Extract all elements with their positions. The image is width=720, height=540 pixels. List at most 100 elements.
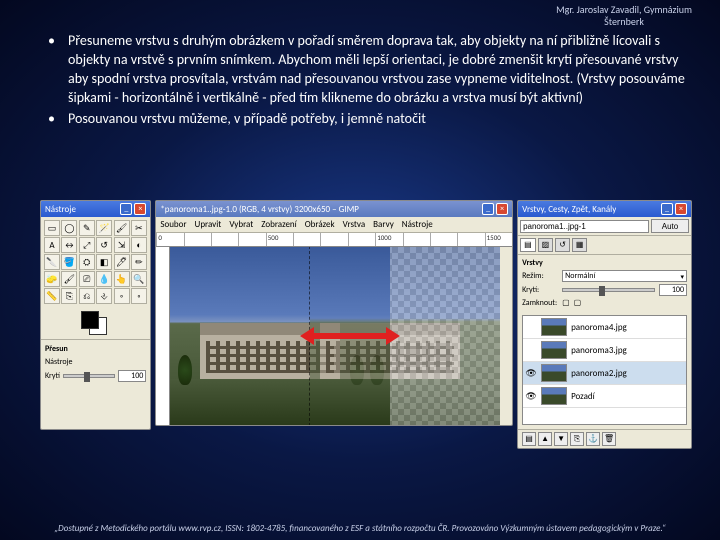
tool-icon-24[interactable]: 📏 (44, 288, 60, 304)
tool-icon-12[interactable]: 🔪 (44, 254, 60, 270)
tool-icon-2[interactable]: ✎ (79, 220, 95, 236)
menu-barvy[interactable]: Barvy (373, 219, 394, 230)
mode-dropdown[interactable]: Normální (562, 270, 687, 282)
layer-action-button-3[interactable]: ⎘ (570, 432, 584, 446)
ruler-tick: 1000 (375, 233, 402, 246)
tool-icon-17[interactable]: ✏ (131, 254, 147, 270)
tool-icon-14[interactable]: ⛭ (79, 254, 95, 270)
author-credit: Mgr. Jaroslav Zavadil, GymnáziumŠternber… (556, 4, 692, 28)
tool-icon-1[interactable]: ◯ (61, 220, 77, 236)
close-button[interactable]: × (134, 203, 146, 215)
layer-row[interactable]: 👁panoroma2.jpg (523, 362, 686, 385)
layer-action-button-2[interactable]: ▼ (554, 432, 568, 446)
tool-icon-7[interactable]: ↔ (61, 237, 77, 253)
tool-icon-18[interactable]: 🧽 (44, 271, 60, 287)
ruler-tick: 500 (266, 233, 293, 246)
layer-buttons: ▤▲▼⎘⚓🗑 (518, 429, 691, 448)
tool-icon-21[interactable]: 💧 (96, 271, 112, 287)
tool-icon-11[interactable]: ◐ (131, 237, 147, 253)
mode-label: Režim: (522, 271, 558, 281)
menu-obrázek[interactable]: Obrázek (305, 219, 335, 230)
toolbox-title: Nástroje (45, 204, 76, 215)
layer-action-button-4[interactable]: ⚓ (586, 432, 600, 446)
layers-title: Vrstvy, Cesty, Zpět, Kanály (522, 204, 616, 215)
tool-icon-23[interactable]: 🔍 (131, 271, 147, 287)
opacity-field[interactable]: 100 (118, 370, 146, 382)
auto-button[interactable]: Auto (651, 219, 689, 233)
tool-icon-26[interactable]: ⎌ (79, 288, 95, 304)
gimp-toolbox-window: Nástroje _ × ▭◯✎🪄🖌✂A↔⤢↺⇲◐🔪🪣⛭◧🖊✏🧽🖌⎚💧👆🔍📏⎘⎌… (40, 200, 151, 430)
tool-icon-29[interactable]: ◦ (131, 288, 147, 304)
canvas[interactable] (170, 247, 500, 425)
tool-icon-27[interactable]: ⎀ (96, 288, 112, 304)
layer-opacity-field[interactable]: 100 (659, 284, 687, 296)
menu-vrstva[interactable]: Vrstva (343, 219, 366, 230)
toolbox-titlebar[interactable]: Nástroje _ × (41, 201, 150, 217)
lock-alpha-icon[interactable]: ▢ (574, 298, 582, 308)
tool-icon-3[interactable]: 🪄 (96, 220, 112, 236)
footer-citation: „Dostupné z Metodického portálu www.rvp.… (20, 523, 700, 534)
tool-icon-4[interactable]: 🖌 (114, 220, 130, 236)
layer-opacity-slider[interactable] (562, 288, 655, 292)
tool-icon-5[interactable]: ✂ (131, 220, 147, 236)
ruler-tick: 0 (156, 233, 183, 246)
layers-titlebar[interactable]: Vrstvy, Cesty, Zpět, Kanály _ × (518, 201, 691, 217)
layer-thumbnail (541, 364, 567, 382)
gimp-layers-dock: Vrstvy, Cesty, Zpět, Kanály _ × Auto ▤▨↺… (517, 200, 692, 449)
layer-name: panoroma4.jpg (571, 322, 627, 333)
foreground-color-swatch[interactable] (81, 311, 99, 329)
tool-options: Přesun Nástroje Krytí 100 (41, 339, 150, 429)
dock-tab-3[interactable]: ▦ (572, 238, 588, 252)
visibility-eye-icon[interactable]: 👁 (525, 368, 537, 379)
layer-name: Pozadí (571, 391, 595, 402)
opacity-slider[interactable] (63, 374, 115, 378)
tool-icon-25[interactable]: ⎘ (61, 288, 77, 304)
tool-icon-10[interactable]: ⇲ (114, 237, 130, 253)
ruler-tick (293, 233, 320, 246)
menu-vybrat[interactable]: Vybrat (229, 219, 253, 230)
ruler-tick (238, 233, 265, 246)
dock-tab-1[interactable]: ▨ (538, 238, 554, 252)
tool-icon-22[interactable]: 👆 (114, 271, 130, 287)
tool-icon-20[interactable]: ⎚ (79, 271, 95, 287)
menu-nástroje[interactable]: Nástroje (402, 219, 433, 230)
layer-action-button-1[interactable]: ▲ (538, 432, 552, 446)
tool-icon-8[interactable]: ⤢ (79, 237, 95, 253)
dock-tab-2[interactable]: ↺ (555, 238, 570, 252)
tool-icon-16[interactable]: 🖊 (114, 254, 130, 270)
horizontal-move-arrow (300, 329, 400, 343)
ruler-tick (320, 233, 347, 246)
tool-icon-9[interactable]: ↺ (96, 237, 112, 253)
visibility-eye-icon[interactable]: 👁 (525, 391, 537, 402)
tool-icon-19[interactable]: 🖌 (61, 271, 77, 287)
menu-zobrazení[interactable]: Zobrazení (261, 219, 296, 230)
minimize-button[interactable]: _ (482, 203, 494, 215)
menu-upravit[interactable]: Upravit (195, 219, 222, 230)
close-button[interactable]: × (496, 203, 508, 215)
image-selector-field[interactable] (520, 220, 649, 233)
layer-action-button-0[interactable]: ▤ (522, 432, 536, 446)
color-swatches[interactable] (41, 307, 150, 339)
image-titlebar[interactable]: *panoroma1..jpg-1.0 (RGB, 4 vrstvy) 3200… (156, 201, 512, 217)
tool-icon-13[interactable]: 🪣 (61, 254, 77, 270)
arrow-left-icon (300, 327, 314, 345)
tool-icon-0[interactable]: ▭ (44, 220, 60, 236)
tool-icon-6[interactable]: A (44, 237, 60, 253)
layer-list: panoroma4.jpg panoroma3.jpg👁panoroma2.jpg… (522, 315, 687, 425)
layer-action-button-5[interactable]: 🗑 (602, 432, 616, 446)
layer-thumbnail (541, 318, 567, 336)
layer-row[interactable]: panoroma4.jpg (523, 316, 686, 339)
tool-icon-15[interactable]: ◧ (96, 254, 112, 270)
ruler-tick (348, 233, 375, 246)
minimize-button[interactable]: _ (661, 203, 673, 215)
layer-row[interactable]: 👁 Pozadí (523, 385, 686, 408)
layer-row[interactable]: panoroma3.jpg (523, 339, 686, 362)
dock-tab-0[interactable]: ▤ (520, 238, 536, 252)
close-button[interactable]: × (675, 203, 687, 215)
ruler-tick (403, 233, 430, 246)
lock-pixels-icon[interactable]: ▢ (562, 298, 570, 308)
section-label: Vrstvy (522, 258, 687, 268)
tool-icon-28[interactable]: ◦ (114, 288, 130, 304)
minimize-button[interactable]: _ (120, 203, 132, 215)
menu-soubor[interactable]: Soubor (160, 219, 186, 230)
